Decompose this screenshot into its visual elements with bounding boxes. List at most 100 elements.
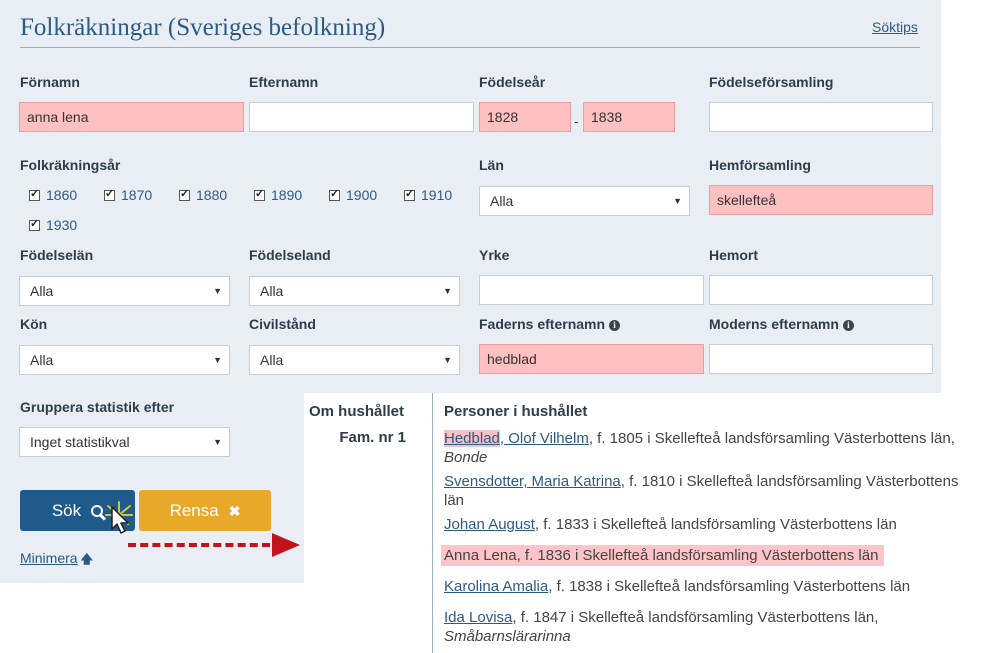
kon-select-value: Alla bbox=[30, 352, 54, 368]
close-icon: ✖ bbox=[228, 503, 241, 519]
checkbox-checked-icon[interactable] bbox=[29, 217, 40, 231]
hemforsamling-input[interactable]: skellefteå bbox=[709, 185, 933, 215]
year-checkbox-1880[interactable]: 1880 bbox=[179, 187, 227, 203]
lan-select-value: Alla bbox=[490, 193, 514, 209]
chevron-down-icon: ▼ bbox=[673, 196, 682, 206]
fodelselan-select[interactable]: Alla ▼ bbox=[19, 276, 230, 306]
gruppera-select[interactable]: Inget statistikval ▼ bbox=[19, 427, 230, 457]
fodelsear-from-input[interactable]: 1828 bbox=[479, 102, 571, 132]
hemforsamling-label: Hemförsamling bbox=[709, 157, 811, 173]
gruppera-label: Gruppera statistik efter bbox=[20, 399, 175, 415]
fodelseforsamling-label: Födelseförsamling bbox=[709, 74, 834, 90]
year-label: 1860 bbox=[46, 187, 78, 203]
checkbox-checked-icon[interactable] bbox=[329, 187, 340, 201]
person-occupation: Bonde bbox=[444, 449, 488, 466]
year-checkbox-1910[interactable]: 1910 bbox=[404, 187, 452, 203]
fodelsear-label: Födelseår bbox=[479, 74, 546, 90]
gruppera-select-value: Inget statistikval bbox=[30, 434, 130, 450]
moderns-efternamn-input[interactable] bbox=[709, 344, 933, 374]
person-item: Hedblad, Olof Vilhelm, f. 1805 i Skellef… bbox=[444, 429, 979, 467]
kon-select[interactable]: Alla ▼ bbox=[19, 345, 230, 375]
fodelseland-select[interactable]: Alla ▼ bbox=[249, 276, 460, 306]
person-item: Ida Lovisa, f. 1847 i Skellefteå landsfö… bbox=[444, 608, 979, 646]
person-item-highlighted: Anna Lena, f. 1836 i Skellefteå landsför… bbox=[441, 545, 885, 566]
person-info: , f. 1847 i Skellefteå landsförsamling V… bbox=[512, 609, 879, 626]
title-divider bbox=[20, 47, 920, 48]
person-link[interactable]: Karolina Amalia bbox=[444, 578, 548, 595]
yrke-input[interactable] bbox=[479, 275, 704, 305]
family-number: Fam. nr 1 bbox=[339, 429, 406, 446]
faderns-efternamn-input[interactable]: hedblad bbox=[479, 344, 704, 374]
person-info: , f. 1833 i Skellefteå landsförsamling V… bbox=[534, 516, 897, 533]
annotation-arrow-line bbox=[128, 543, 270, 547]
reset-button[interactable]: Rensa ✖ bbox=[139, 490, 271, 531]
fodelsear-separator: - bbox=[574, 114, 579, 129]
faderns-efternamn-label: Faderns efternamn i bbox=[479, 316, 621, 332]
checkbox-checked-icon[interactable] bbox=[254, 187, 265, 201]
moderns-efternamn-label-text: Moderns efternamn bbox=[709, 316, 839, 332]
household-result-panel: Om hushållet Fam. nr 1 Personer i hushål… bbox=[304, 393, 981, 653]
info-icon[interactable]: i bbox=[609, 320, 621, 331]
person-info: , f. 1838 i Skellefteå landsförsamling V… bbox=[548, 578, 911, 595]
civilstand-select-value: Alla bbox=[260, 352, 284, 368]
fodelseland-label: Födelseland bbox=[249, 247, 331, 263]
civilstand-label: Civilstånd bbox=[249, 316, 316, 332]
person-link[interactable]: Johan August bbox=[444, 516, 535, 533]
hemort-input[interactable] bbox=[709, 275, 933, 305]
person-link[interactable]: Svensdotter, Maria Katrina bbox=[444, 473, 621, 490]
fornamn-input[interactable]: anna lena bbox=[19, 102, 244, 132]
year-checkbox-1870[interactable]: 1870 bbox=[104, 187, 152, 203]
efternamn-label: Efternamn bbox=[249, 74, 319, 90]
fodelselan-label: Födelselän bbox=[20, 247, 94, 263]
lan-select[interactable]: Alla ▼ bbox=[479, 186, 690, 216]
person-item: Johan August, f. 1833 i Skellefteå lands… bbox=[444, 515, 979, 534]
hemort-label: Hemort bbox=[709, 247, 759, 263]
year-label: 1900 bbox=[346, 187, 378, 203]
moderns-efternamn-label: Moderns efternamn i bbox=[709, 316, 854, 332]
checkbox-checked-icon[interactable] bbox=[179, 187, 190, 201]
page-title: Folkräkningar (Sveriges befolkning) bbox=[20, 14, 386, 41]
fodelseforsamling-input[interactable] bbox=[709, 102, 933, 132]
info-icon[interactable]: i bbox=[842, 320, 854, 331]
minimize-label: Minimera bbox=[20, 550, 78, 566]
reset-button-label: Rensa bbox=[169, 501, 219, 520]
minimize-link[interactable]: Minimera 🡅 bbox=[20, 550, 93, 571]
column-divider bbox=[432, 393, 433, 653]
arrow-up-icon: 🡅 bbox=[80, 552, 93, 566]
search-tips-link[interactable]: Söktips bbox=[872, 19, 918, 35]
year-checkbox-1860[interactable]: 1860 bbox=[29, 187, 77, 203]
kon-label: Kön bbox=[20, 316, 48, 332]
person-link[interactable]: Ida Lovisa bbox=[444, 609, 512, 626]
mouse-cursor-icon bbox=[111, 506, 129, 534]
person-info: , f. 1836 i Skellefteå landsförsamling V… bbox=[516, 547, 879, 564]
person-surname: Hedblad bbox=[444, 430, 500, 447]
person-link[interactable]: Hedblad, Olof Vilhelm bbox=[444, 430, 589, 447]
folkrakningsar-label: Folkräkningsår bbox=[20, 157, 121, 173]
fornamn-label: Förnamn bbox=[20, 74, 80, 90]
year-checkbox-1930[interactable]: 1930 bbox=[29, 217, 77, 233]
persons-header: Personer i hushållet bbox=[444, 403, 588, 420]
year-label: 1930 bbox=[46, 217, 78, 233]
person-given-names: , Olof Vilhelm bbox=[499, 430, 589, 447]
chevron-down-icon: ▼ bbox=[213, 355, 222, 365]
year-checkbox-1900[interactable]: 1900 bbox=[329, 187, 377, 203]
annotation-arrow-head bbox=[272, 533, 300, 557]
search-button-label: Sök bbox=[51, 501, 82, 520]
yrke-label: Yrke bbox=[479, 247, 510, 263]
chevron-down-icon: ▼ bbox=[443, 286, 452, 296]
checkbox-checked-icon[interactable] bbox=[29, 187, 40, 201]
person-item: Svensdotter, Maria Katrina, f. 1810 i Sk… bbox=[444, 472, 979, 510]
person-info: , f. 1805 i Skellefteå landsförsamling V… bbox=[588, 430, 955, 447]
efternamn-input[interactable] bbox=[249, 102, 474, 132]
year-label: 1880 bbox=[196, 187, 228, 203]
checkbox-checked-icon[interactable] bbox=[404, 187, 415, 201]
household-header: Om hushållet bbox=[309, 403, 405, 420]
year-label: 1890 bbox=[271, 187, 303, 203]
checkbox-checked-icon[interactable] bbox=[104, 187, 115, 201]
chevron-down-icon: ▼ bbox=[213, 437, 222, 447]
fodelselan-select-value: Alla bbox=[30, 283, 54, 299]
year-checkbox-1890[interactable]: 1890 bbox=[254, 187, 302, 203]
fodelsear-to-input[interactable]: 1838 bbox=[583, 102, 675, 132]
person-occupation: Småbarnslärarinna bbox=[444, 628, 571, 645]
civilstand-select[interactable]: Alla ▼ bbox=[249, 345, 460, 375]
